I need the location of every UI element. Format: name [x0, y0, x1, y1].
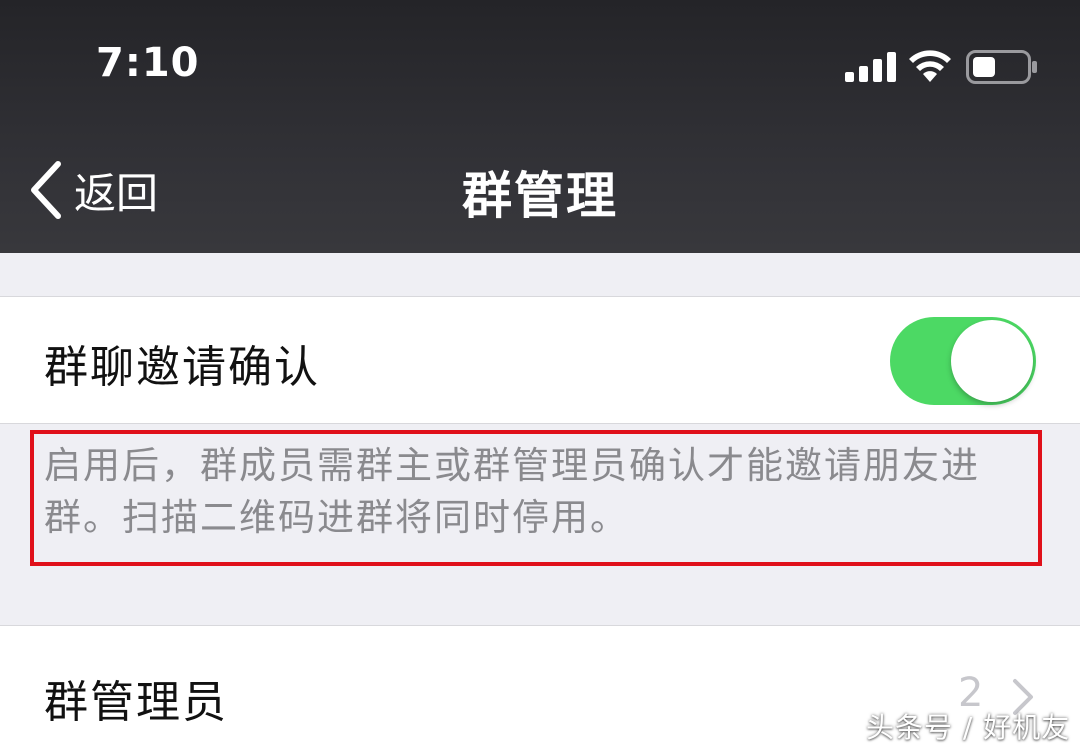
invite-confirm-description: 启用后，群成员需群主或群管理员确认才能邀请朋友进群。扫描二维码进群将同时停用。 — [44, 444, 980, 539]
invite-confirm-row: 群聊邀请确认 — [0, 296, 1080, 424]
invite-confirm-label: 群聊邀请确认 — [44, 342, 320, 393]
wifi-icon — [909, 50, 951, 82]
signal-icon — [845, 52, 896, 82]
toggle-knob — [951, 320, 1033, 402]
watermark: 头条号 / 好机友 — [866, 711, 1071, 744]
page-title: 群管理 — [462, 167, 618, 225]
group-admins-label: 群管理员 — [44, 677, 228, 728]
screen: 7:10 返回 群管理 群聊邀请确认 启用后，群成员需群主或群管理员确认才能邀请… — [0, 0, 1080, 749]
battery-icon — [966, 50, 1037, 84]
navigation-header: 7:10 返回 群管理 — [0, 0, 1080, 253]
status-time: 7:10 — [96, 40, 200, 86]
invite-confirm-toggle[interactable] — [890, 317, 1036, 405]
